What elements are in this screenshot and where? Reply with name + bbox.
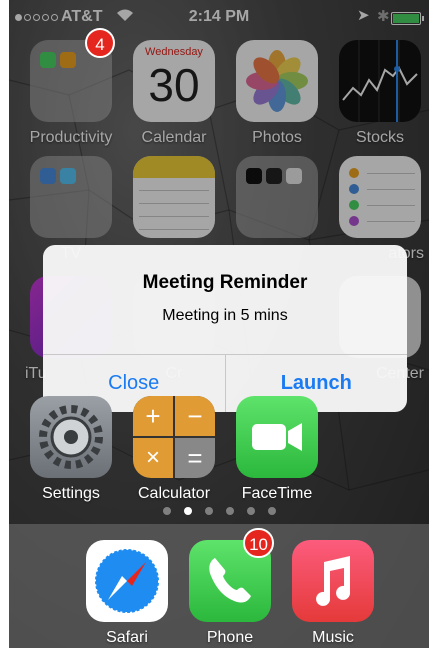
home-screen: AT&T 2:14 PM ➤ ✱ 4 Productivity Wednesda… xyxy=(9,0,429,648)
dock-app-music[interactable]: Music xyxy=(285,540,381,647)
app-facetime[interactable]: FaceTime xyxy=(229,396,325,503)
app-label: Phone xyxy=(206,629,254,646)
alert-message: Meeting in 5 mins xyxy=(162,307,288,324)
notification-badge: 4 xyxy=(85,28,115,58)
safari-compass-icon xyxy=(86,540,168,622)
app-settings[interactable]: Settings xyxy=(23,396,119,503)
app-calculator[interactable]: + − × = Calculator xyxy=(126,396,222,503)
facetime-camera-icon xyxy=(236,396,318,478)
music-note-icon xyxy=(292,540,374,622)
dock-app-safari[interactable]: Safari xyxy=(79,540,175,647)
app-label: Settings xyxy=(42,485,100,502)
page-dot xyxy=(246,507,255,515)
app-label: Music xyxy=(312,629,354,646)
page-dot xyxy=(204,507,213,515)
page-dot-current xyxy=(183,507,192,515)
page-dot xyxy=(267,507,276,515)
app-label: Safari xyxy=(106,629,148,646)
dock: Safari 10 Phone Music xyxy=(9,524,429,648)
spotlight-dot xyxy=(162,507,171,515)
dock-app-phone[interactable]: 10 Phone xyxy=(182,528,278,647)
alert-title: Meeting Reminder xyxy=(142,272,308,293)
settings-gear-icon xyxy=(30,396,112,478)
notification-badge: 10 xyxy=(243,528,274,558)
page-dot xyxy=(225,507,234,515)
app-label: Calculator xyxy=(137,485,211,502)
app-label: FaceTime xyxy=(241,485,313,502)
calculator-icon: + − × = xyxy=(133,396,215,478)
page-indicator[interactable] xyxy=(9,507,429,515)
alert-dialog: Meeting Reminder Meeting in 5 mins Close… xyxy=(43,245,407,412)
